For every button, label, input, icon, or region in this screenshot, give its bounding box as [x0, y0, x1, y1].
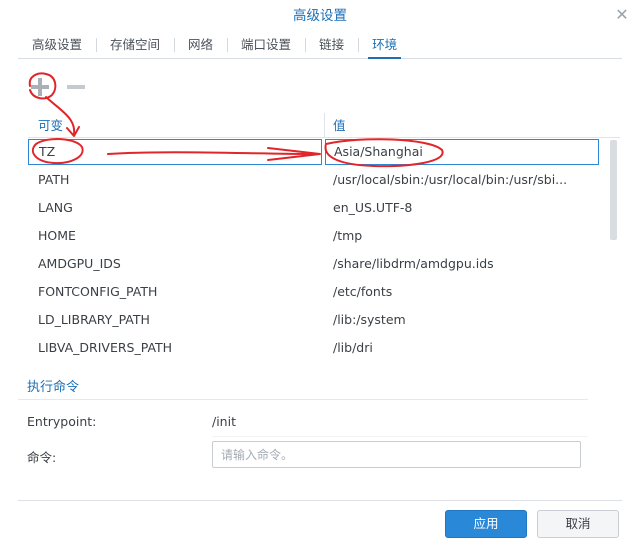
value-cell: /lib/dri — [333, 340, 373, 355]
value-cell: en_US.UTF-8 — [333, 200, 413, 215]
entrypoint-value: /init — [212, 414, 236, 429]
dialog-title: 高级设置 — [293, 8, 347, 24]
table-row[interactable]: PATH /usr/local/sbin:/usr/local/bin:/usr… — [28, 166, 620, 194]
cancel-button[interactable]: 取消 — [537, 510, 619, 538]
value-cell[interactable]: Asia/Shanghai — [325, 139, 599, 165]
table-row[interactable]: LIBVA_DRIVERS_PATH /lib/dri — [28, 334, 620, 362]
variable-cell: LIBVA_DRIVERS_PATH — [38, 340, 173, 355]
table-scrollbar[interactable] — [610, 140, 617, 240]
entrypoint-divider — [212, 436, 588, 437]
table-row[interactable]: AMDGPU_IDS /share/libdrm/amdgpu.ids — [28, 250, 620, 278]
env-toolbar — [28, 75, 88, 101]
column-header-variable[interactable]: 可变 — [28, 113, 325, 137]
entrypoint-label: Entrypoint: — [27, 414, 97, 429]
section-divider — [18, 399, 588, 400]
variable-cell: PATH — [38, 172, 70, 187]
tab-network[interactable]: 网络 — [174, 32, 227, 58]
value-cell: /usr/local/sbin:/usr/local/bin:/usr/sbi.… — [333, 172, 568, 187]
column-header-value[interactable]: 值 — [325, 113, 620, 137]
value-cell: /lib:/system — [333, 312, 406, 327]
env-variable-table: 可变 值 TZ Asia/Shanghai PATH /usr/local/sb… — [28, 113, 620, 362]
value-cell: /etc/fonts — [333, 284, 393, 299]
variable-cell: HOME — [38, 228, 76, 243]
variable-cell: AMDGPU_IDS — [38, 256, 121, 271]
table-row[interactable]: TZ Asia/Shanghai — [28, 138, 620, 166]
table-row[interactable]: HOME /tmp — [28, 222, 620, 250]
table-header: 可变 值 — [28, 113, 620, 138]
variable-cell: LD_LIBRARY_PATH — [38, 312, 150, 327]
tab-storage[interactable]: 存储空间 — [96, 32, 174, 58]
close-icon[interactable]: ✕ — [612, 5, 632, 25]
variable-cell: FONTCONFIG_PATH — [38, 284, 158, 299]
minus-icon[interactable] — [64, 75, 88, 99]
apply-button[interactable]: 应用 — [445, 510, 527, 538]
tab-environment[interactable]: 环境 — [358, 32, 411, 59]
table-row[interactable]: FONTCONFIG_PATH /etc/fonts — [28, 278, 620, 306]
tab-advanced-settings[interactable]: 高级设置 — [18, 32, 96, 58]
value-cell: /share/libdrm/amdgpu.ids — [333, 256, 494, 271]
plus-icon[interactable] — [28, 75, 52, 99]
tab-links[interactable]: 链接 — [305, 32, 358, 58]
command-input[interactable] — [212, 441, 581, 468]
table-row[interactable]: LD_LIBRARY_PATH /lib:/system — [28, 306, 620, 334]
footer-divider — [18, 500, 622, 501]
variable-cell[interactable]: TZ — [28, 139, 322, 165]
table-row[interactable]: LANG en_US.UTF-8 — [28, 194, 620, 222]
tab-port-settings[interactable]: 端口设置 — [227, 32, 305, 58]
value-cell: /tmp — [333, 228, 363, 243]
variable-cell: LANG — [38, 200, 73, 215]
exec-section-title: 执行命令 — [27, 380, 80, 395]
tab-bar: 高级设置 存储空间 网络 端口设置 链接 环境 — [18, 32, 622, 59]
command-label: 命令: — [27, 450, 57, 465]
